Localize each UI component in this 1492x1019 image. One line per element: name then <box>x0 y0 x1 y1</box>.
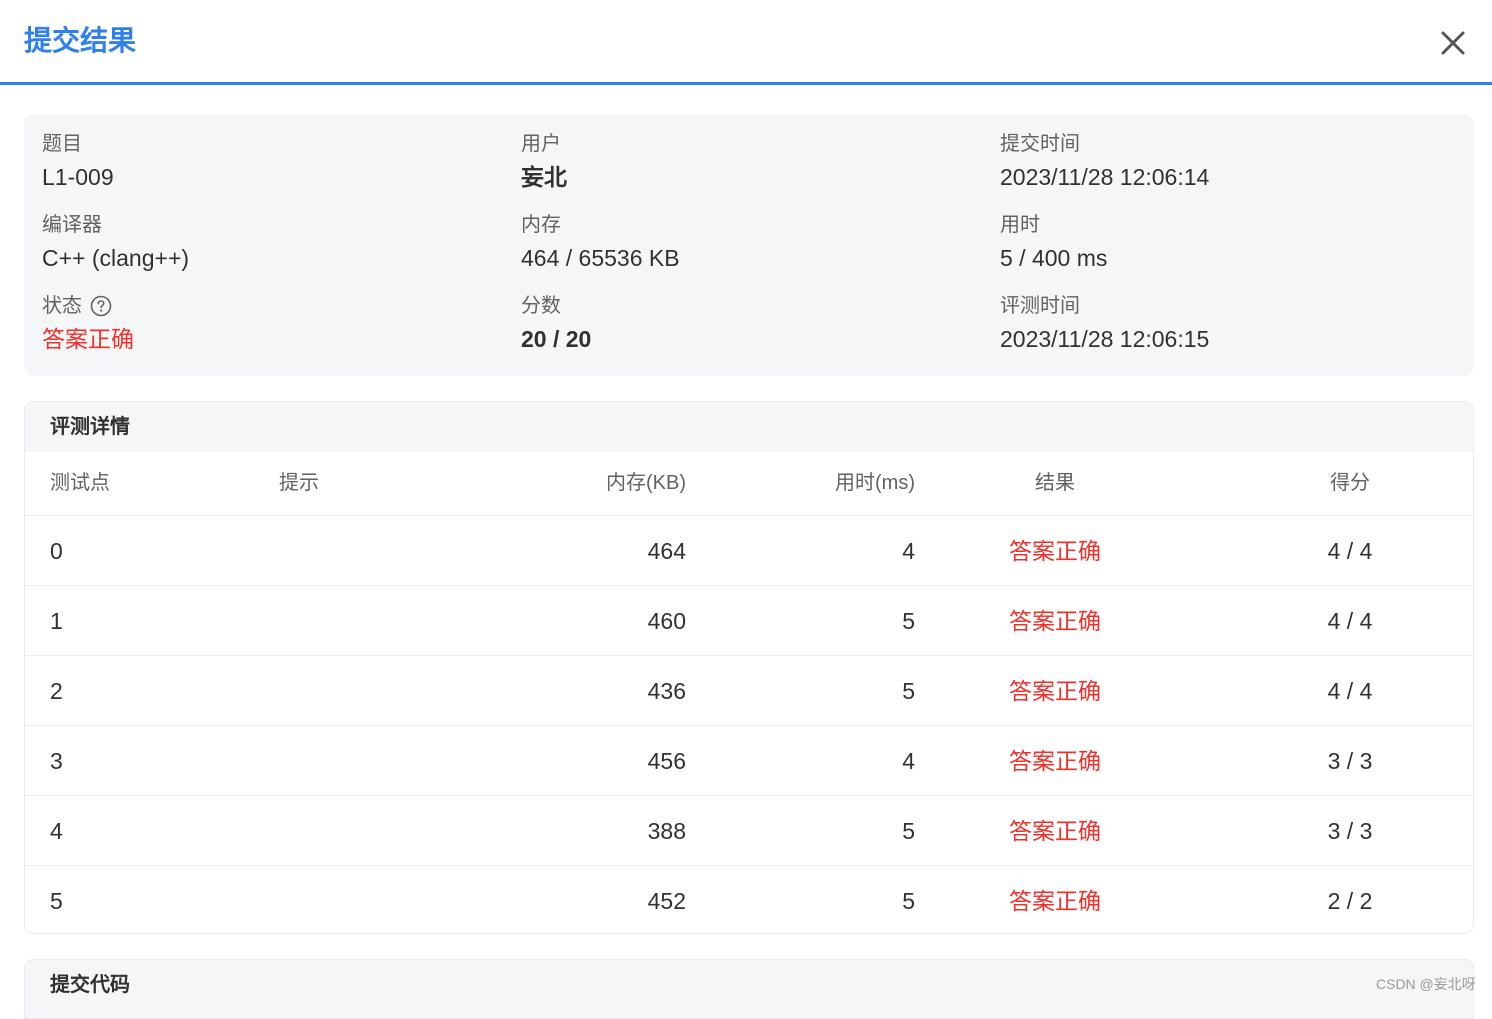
table-row: 3 456 4 答案正确 3 / 3 <box>25 726 1473 796</box>
cell-result: 答案正确 <box>1009 608 1101 634</box>
score-label: 分数 <box>521 295 561 317</box>
cell-score: 2 / 2 <box>1327 888 1373 914</box>
dialog-title: 提交结果 <box>24 25 137 56</box>
cell-score: 3 / 3 <box>1327 748 1373 774</box>
cell-score: 3 / 3 <box>1327 818 1373 844</box>
cell-result: 答案正确 <box>1009 888 1101 914</box>
table-row: 0 464 4 答案正确 4 / 4 <box>25 516 1473 586</box>
judge-time-field: 评测时间 2023/11/28 12:06:15 <box>1000 292 1209 356</box>
status-field: 状态 答案正确 <box>42 292 134 356</box>
time-field: 用时 5 / 400 ms <box>1000 211 1107 275</box>
table-row: 5 452 5 答案正确 2 / 2 <box>25 866 1473 933</box>
cell-result: 答案正确 <box>1009 748 1101 774</box>
memory-label: 内存 <box>521 214 561 236</box>
user-field: 用户 妄北 <box>521 130 567 194</box>
cell-score: 4 / 4 <box>1327 678 1373 704</box>
cell-memory: 460 <box>647 608 686 634</box>
cell-case: 5 <box>50 888 63 914</box>
cell-time: 5 <box>902 678 915 704</box>
score-field: 分数 20 / 20 <box>521 292 591 356</box>
user-value[interactable]: 妄北 <box>521 160 567 194</box>
submitted-code-title: 提交代码 <box>50 974 130 996</box>
compiler-field: 编译器 C++ (clang++) <box>42 211 189 275</box>
cell-time: 4 <box>902 538 915 564</box>
judge-details-panel: 评测详情 测试点 提示 内存(KB) 用时(ms) 结果 得分 0 464 4 … <box>24 401 1474 934</box>
table-header: 测试点 提示 内存(KB) 用时(ms) 结果 得分 <box>25 452 1473 516</box>
submit-time-label: 提交时间 <box>1000 133 1080 155</box>
memory-field: 内存 464 / 65536 KB <box>521 211 680 275</box>
cell-case: 0 <box>50 538 63 564</box>
cell-time: 5 <box>902 888 915 914</box>
status-label-row: 状态 <box>42 292 134 320</box>
cell-score: 4 / 4 <box>1327 538 1373 564</box>
column-header-score: 得分 <box>1330 472 1370 494</box>
column-header-time: 用时(ms) <box>835 472 915 494</box>
cell-memory: 452 <box>647 888 686 914</box>
close-button[interactable] <box>1436 26 1470 60</box>
table-row: 2 436 5 答案正确 4 / 4 <box>25 656 1473 726</box>
status-value: 答案正确 <box>42 326 134 352</box>
submit-time-field: 提交时间 2023/11/28 12:06:14 <box>1000 130 1209 194</box>
problem-label: 题目 <box>42 133 82 155</box>
close-icon <box>1441 31 1465 55</box>
memory-value: 464 / 65536 KB <box>521 245 680 271</box>
cell-time: 5 <box>902 608 915 634</box>
table-row: 4 388 5 答案正确 3 / 3 <box>25 796 1473 866</box>
cell-case: 2 <box>50 678 63 704</box>
time-value: 5 / 400 ms <box>1000 245 1108 271</box>
table-row: 1 460 5 答案正确 4 / 4 <box>25 586 1473 656</box>
user-label: 用户 <box>521 133 561 155</box>
cell-case: 1 <box>50 608 63 634</box>
cell-memory: 456 <box>647 748 686 774</box>
cell-memory: 464 <box>647 538 686 564</box>
cell-time: 4 <box>902 748 915 774</box>
judge-details-title: 评测详情 <box>50 416 130 438</box>
compiler-label: 编译器 <box>42 214 102 236</box>
submitted-code-panel: 提交代码 <box>24 959 1474 1019</box>
cell-result: 答案正确 <box>1009 678 1101 704</box>
problem-field: 题目 L1-009 <box>42 130 114 194</box>
dialog-header: 提交结果 <box>0 0 1492 85</box>
score-value: 20 / 20 <box>521 326 592 352</box>
submission-info-panel: 题目 L1-009 用户 妄北 提交时间 2023/11/28 12:06:14… <box>24 114 1474 376</box>
column-header-result: 结果 <box>1035 472 1075 494</box>
cell-result: 答案正确 <box>1009 818 1101 844</box>
question-circle-icon[interactable] <box>90 295 112 317</box>
cell-case: 3 <box>50 748 63 774</box>
problem-value[interactable]: L1-009 <box>42 160 114 194</box>
cell-memory: 388 <box>647 818 686 844</box>
column-header-memory: 内存(KB) <box>606 472 686 494</box>
watermark: CSDN @妄北呀 <box>1376 976 1476 992</box>
column-header-hint: 提示 <box>279 472 319 494</box>
column-header-case: 测试点 <box>50 472 110 494</box>
compiler-value: C++ (clang++) <box>42 245 190 271</box>
cell-time: 5 <box>902 818 915 844</box>
judge-details-header: 评测详情 <box>25 402 1473 452</box>
judge-time-label: 评测时间 <box>1000 295 1080 317</box>
cell-memory: 436 <box>647 678 686 704</box>
status-label: 状态 <box>42 295 82 317</box>
time-label: 用时 <box>1000 214 1040 236</box>
submit-time-value: 2023/11/28 12:06:14 <box>1000 164 1210 190</box>
judge-time-value: 2023/11/28 12:06:15 <box>1000 326 1210 352</box>
cell-case: 4 <box>50 818 63 844</box>
cell-score: 4 / 4 <box>1327 608 1373 634</box>
cell-result: 答案正确 <box>1009 538 1101 564</box>
